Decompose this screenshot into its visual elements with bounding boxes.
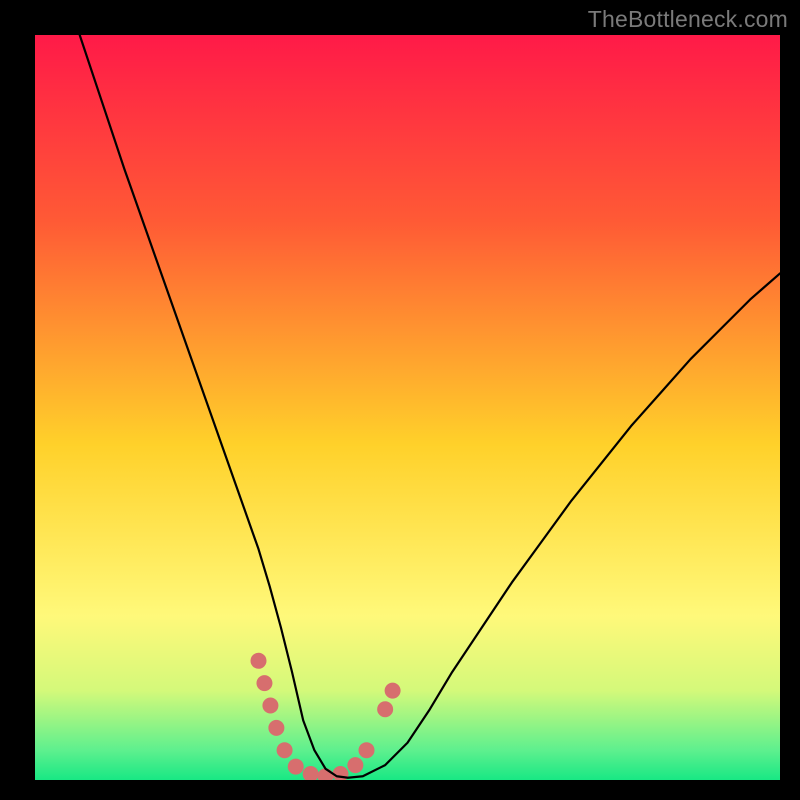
- highlight-dot: [277, 742, 293, 758]
- gradient-background: [35, 35, 780, 780]
- highlight-dot: [377, 701, 393, 717]
- highlight-dot: [347, 757, 363, 773]
- chart-frame: TheBottleneck.com: [0, 0, 800, 800]
- highlight-dot: [288, 759, 304, 775]
- watermark-text: TheBottleneck.com: [588, 6, 788, 33]
- highlight-dot: [262, 698, 278, 714]
- highlight-dot: [268, 720, 284, 736]
- highlight-dot: [256, 675, 272, 691]
- highlight-dot: [251, 653, 267, 669]
- plot-area: [35, 35, 780, 780]
- highlight-dot: [359, 742, 375, 758]
- plot-svg: [35, 35, 780, 780]
- highlight-dot: [385, 683, 401, 699]
